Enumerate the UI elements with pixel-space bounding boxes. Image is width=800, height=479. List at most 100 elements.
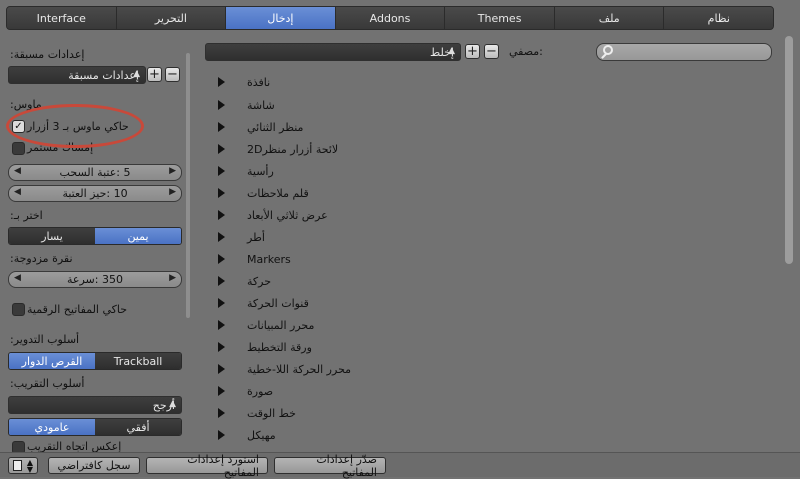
list-item-label: ورقة التخطيط — [247, 340, 312, 354]
decrement-arrow-icon[interactable]: ◀ — [14, 166, 21, 176]
list-item[interactable]: حركة — [218, 271, 271, 291]
list-item[interactable]: أطر — [218, 227, 265, 247]
emulate-numpad-checkbox[interactable] — [12, 303, 25, 316]
list-item[interactable]: قنوات الحركة — [218, 293, 309, 313]
bottom-toolbar: ▲ ▼ سجل كافتراضي استورد إعدادات المفاتيح … — [0, 452, 800, 479]
drag-deadzone-field[interactable]: ◀ 10 :حيز العتبة ▶ — [8, 185, 182, 202]
editor-type-button[interactable]: ▲ ▼ — [8, 457, 38, 474]
dropdown-arrow-icon: ▲ — [448, 46, 455, 56]
filter-search-input[interactable] — [596, 43, 772, 61]
expand-triangle-icon[interactable] — [218, 276, 225, 286]
zoom-vertical-option[interactable]: عامودي — [9, 419, 95, 435]
list-item-label: محرر المبيانات — [247, 318, 315, 332]
drag-threshold-value: 5 :عتبة السحب — [59, 166, 131, 179]
expand-triangle-icon[interactable] — [218, 232, 225, 242]
expand-triangle-icon[interactable] — [218, 298, 225, 308]
tab-system[interactable]: نظام — [664, 7, 773, 29]
minus-icon: − — [167, 67, 178, 82]
list-item[interactable]: شاشة — [218, 95, 275, 115]
list-item[interactable]: محرر المبيانات — [218, 315, 314, 335]
double-click-label: نقرة مزدوجة: — [10, 252, 73, 265]
keymap-dropdown[interactable]: إخلط ▲ — [205, 43, 461, 61]
tab-interface[interactable]: Interface — [7, 7, 117, 29]
expand-triangle-icon[interactable] — [218, 320, 225, 330]
updown-arrow-icon: ▲ ▼ — [26, 458, 33, 474]
expand-triangle-icon[interactable] — [218, 386, 225, 396]
list-item-label: قنوات الحركة — [247, 296, 309, 310]
list-item[interactable]: صورة — [218, 381, 273, 401]
plus-icon: + — [149, 67, 160, 82]
list-item-label: رأسية — [247, 164, 274, 178]
plus-icon: + — [467, 44, 478, 59]
list-item[interactable]: قلم ملاحظات — [218, 183, 309, 203]
select-with-label: اختر بـ: — [10, 209, 43, 222]
expand-triangle-icon[interactable] — [218, 364, 225, 374]
list-item-label: حركة — [247, 274, 272, 288]
tab-input[interactable]: إدخال — [226, 7, 336, 29]
filter-label: :مصفي — [509, 45, 543, 58]
expand-triangle-icon[interactable] — [218, 144, 225, 154]
list-item[interactable]: نافذة — [218, 72, 270, 92]
main-scrollbar[interactable] — [784, 28, 794, 448]
orbit-style-label: أسلوب التدوير: — [10, 333, 80, 346]
presets-dropdown[interactable]: إعدادات مسبقة ▲ — [8, 66, 146, 84]
list-item-label: قلم ملاحظات — [247, 186, 309, 200]
decrement-arrow-icon[interactable]: ◀ — [14, 187, 21, 197]
list-item[interactable]: Markers — [218, 249, 291, 269]
zoom-style-dropdown[interactable]: أرجح ▲ — [8, 396, 182, 414]
export-keymap-button[interactable]: صدّر إعدادات المفاتيح — [274, 453, 386, 479]
list-item[interactable]: مهيكل — [218, 425, 276, 445]
list-item[interactable]: ورقة التخطيط — [218, 337, 312, 357]
list-item[interactable]: رأسية — [218, 161, 274, 181]
left-panel-scrollbar[interactable] — [186, 45, 190, 445]
zoom-horizontal-option[interactable]: أفقي — [95, 419, 181, 435]
list-item[interactable]: منظر الثنائي — [218, 117, 303, 137]
drag-threshold-field[interactable]: ◀ 5 :عتبة السحب ▶ — [8, 164, 182, 181]
select-left-option[interactable]: يسار — [9, 228, 95, 244]
expand-triangle-icon[interactable] — [218, 188, 225, 198]
expand-triangle-icon[interactable] — [218, 408, 225, 418]
scrollbar-thumb[interactable] — [785, 36, 793, 264]
scrollbar-thumb[interactable] — [186, 53, 190, 318]
tab-file[interactable]: ملف — [554, 7, 665, 29]
list-item-label: شاشة — [247, 98, 275, 112]
orbit-trackball-option[interactable]: Trackball — [95, 353, 181, 369]
decrement-arrow-icon[interactable]: ◀ — [14, 273, 21, 283]
continuous-grab-checkbox[interactable] — [12, 142, 25, 155]
list-item[interactable]: خط الوقت — [218, 403, 296, 423]
remove-preset-button[interactable]: − — [165, 67, 180, 82]
add-preset-button[interactable]: + — [147, 67, 162, 82]
import-keymap-button[interactable]: استورد إعدادات المفاتيح — [146, 453, 268, 479]
expand-triangle-icon[interactable] — [218, 77, 225, 87]
list-item-label: محرر الحركة اللا-خطية — [247, 362, 352, 376]
orbit-style-toggle: القرص الدوار Trackball — [8, 352, 182, 370]
expand-triangle-icon[interactable] — [218, 122, 225, 132]
expand-triangle-icon[interactable] — [218, 166, 225, 176]
list-item[interactable]: لائحة أزرار منظر2D — [218, 139, 338, 159]
list-item[interactable]: عرض ثلاثي الأبعاد — [218, 205, 328, 225]
tab-addons[interactable]: Addons — [335, 7, 446, 29]
dropdown-arrow-icon: ▲ — [133, 69, 140, 79]
increment-arrow-icon[interactable]: ▶ — [169, 187, 176, 197]
expand-triangle-icon[interactable] — [218, 342, 225, 352]
expand-triangle-icon[interactable] — [218, 254, 225, 264]
list-item-label: أطر — [247, 230, 265, 244]
expand-triangle-icon[interactable] — [218, 100, 225, 110]
add-keymap-button[interactable]: + — [465, 44, 480, 59]
increment-arrow-icon[interactable]: ▶ — [169, 166, 176, 176]
expand-triangle-icon[interactable] — [218, 430, 225, 440]
list-item[interactable]: محرر الحركة اللا-خطية — [218, 359, 351, 379]
tab-themes[interactable]: Themes — [445, 7, 555, 29]
remove-keymap-button[interactable]: − — [484, 44, 499, 59]
list-item-label: لائحة أزرار منظر2D — [247, 142, 339, 156]
minus-icon: − — [486, 44, 497, 59]
orbit-turntable-option[interactable]: القرص الدوار — [9, 353, 95, 369]
save-as-default-button[interactable]: سجل كافتراضي — [48, 457, 140, 474]
double-click-speed-field[interactable]: ◀ 350 :سرعة ▶ — [8, 271, 182, 288]
increment-arrow-icon[interactable]: ▶ — [169, 273, 176, 283]
tab-editing[interactable]: التحرير — [116, 7, 227, 29]
dropdown-arrow-icon: ▲ — [169, 399, 176, 409]
list-item-label: منظر الثنائي — [247, 120, 304, 134]
expand-triangle-icon[interactable] — [218, 210, 225, 220]
select-right-option[interactable]: يمين — [95, 228, 181, 244]
